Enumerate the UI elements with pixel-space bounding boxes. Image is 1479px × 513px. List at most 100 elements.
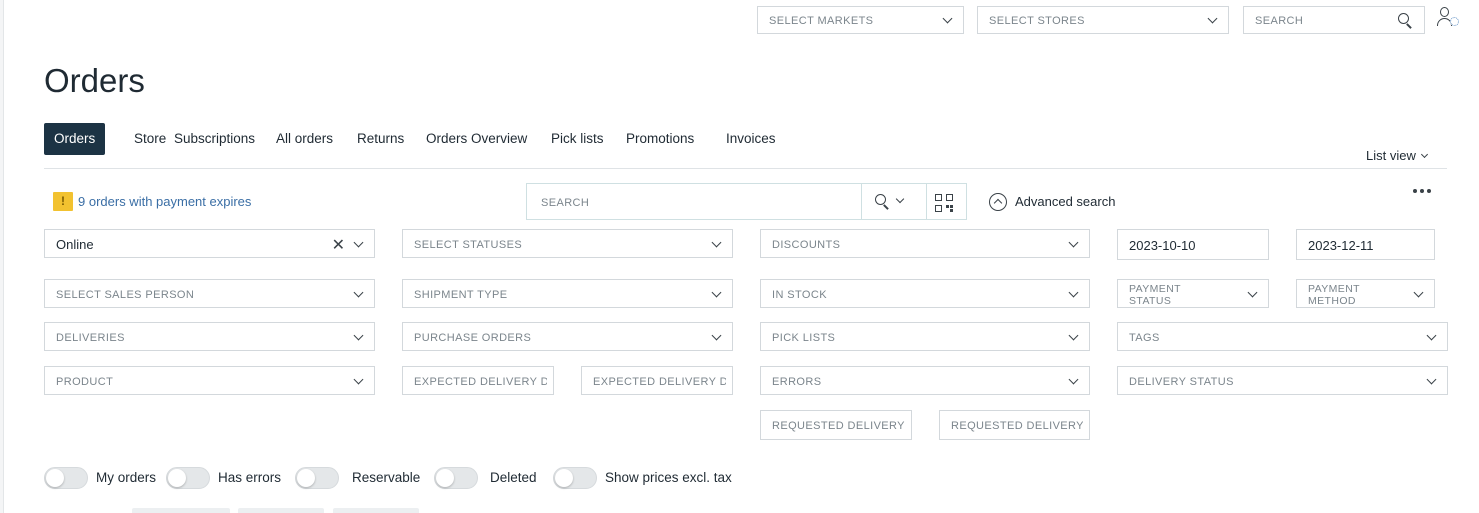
show-prices-excl-tax-toggle[interactable] — [553, 467, 597, 489]
tab-subscriptions[interactable]: Subscriptions — [164, 123, 265, 155]
my-orders-toggle[interactable] — [44, 467, 88, 489]
chevron-down-icon — [1426, 330, 1437, 341]
product-placeholder: PRODUCT — [56, 376, 114, 388]
tab-pick-lists[interactable]: Pick lists — [541, 123, 614, 155]
payment-method-placeholder: PAYMENT METHOD — [1308, 283, 1360, 307]
channel-select[interactable]: Online ✕ — [44, 229, 375, 258]
statuses-placeholder: SELECT STATUSES — [414, 239, 523, 251]
purchase-orders-select[interactable]: PURCHASE ORDERS — [402, 322, 733, 351]
tags-select[interactable]: TAGS — [1117, 322, 1448, 351]
payment-method-select[interactable]: PAYMENT METHOD — [1296, 279, 1435, 308]
requested-delivery-from-field[interactable]: REQUESTED DELIVERY FR — [760, 410, 912, 440]
has-errors-toggle[interactable] — [166, 467, 210, 489]
chevron-down-icon[interactable] — [895, 194, 905, 204]
expected-delivery-to-placeholder: EXPECTED DELIVERY DAT — [593, 376, 726, 388]
select-stores-placeholder: SELECT STORES — [989, 15, 1085, 27]
deliveries-placeholder: DELIVERIES — [56, 332, 125, 344]
my-orders-label: My orders — [96, 470, 157, 485]
delivery-status-placeholder: DELIVERY STATUS — [1129, 376, 1234, 388]
pick-lists-select[interactable]: PICK LISTS — [760, 322, 1090, 351]
deliveries-select[interactable]: DELIVERIES — [44, 322, 375, 351]
chevron-down-icon — [1426, 374, 1437, 385]
bottom-control[interactable] — [238, 508, 324, 513]
reservable-label: Reservable — [352, 470, 421, 485]
chevron-down-icon — [1420, 150, 1428, 159]
chevron-down-icon — [1068, 287, 1079, 298]
chevron-down-icon — [353, 330, 364, 341]
requested-delivery-to-placeholder: REQUESTED DELIVERY TO — [951, 420, 1083, 432]
bottom-control[interactable] — [333, 508, 419, 513]
chevron-down-icon — [1068, 374, 1079, 385]
show-prices-excl-tax-label: Show prices excl. tax — [605, 470, 732, 485]
more-icon[interactable] — [1413, 189, 1433, 195]
date-from-field[interactable]: 2023-10-10 — [1117, 229, 1269, 260]
discounts-placeholder: DISCOUNTS — [772, 239, 841, 251]
chevron-down-icon — [353, 237, 364, 248]
chevron-down-icon — [711, 287, 722, 298]
requested-delivery-from-placeholder: REQUESTED DELIVERY FR — [772, 420, 905, 432]
chevron-down-icon — [711, 330, 722, 341]
advanced-search-label: Advanced search — [1015, 194, 1116, 209]
chevron-down-icon — [942, 13, 953, 24]
requested-delivery-to-field[interactable]: REQUESTED DELIVERY TO — [939, 410, 1090, 440]
select-markets-placeholder: SELECT MARKETS — [769, 15, 874, 27]
tab-invoices[interactable]: Invoices — [716, 123, 786, 155]
global-search-placeholder: SEARCH — [1255, 15, 1304, 27]
tab-promotions[interactable]: Promotions — [616, 123, 704, 155]
chevron-down-icon — [1068, 330, 1079, 341]
select-markets-dropdown[interactable]: SELECT MARKETS — [757, 6, 964, 34]
discounts-select[interactable]: DISCOUNTS — [760, 229, 1090, 258]
date-to-value: 2023-12-11 — [1308, 238, 1374, 253]
product-select[interactable]: PRODUCT — [44, 366, 375, 395]
expected-delivery-to-field[interactable]: EXPECTED DELIVERY DAT — [581, 366, 733, 395]
errors-placeholder: ERRORS — [772, 376, 822, 388]
shipment-type-placeholder: SHIPMENT TYPE — [414, 289, 508, 301]
reservable-toggle[interactable] — [295, 467, 339, 489]
deleted-toggle[interactable] — [434, 467, 478, 489]
chevron-up-circle-icon — [989, 193, 1007, 211]
user-settings-icon[interactable] — [1436, 6, 1460, 28]
search-divider — [861, 184, 862, 219]
close-icon[interactable]: ✕ — [332, 235, 345, 255]
select-stores-dropdown[interactable]: SELECT STORES — [977, 6, 1229, 34]
sales-person-placeholder: SELECT SALES PERSON — [56, 289, 195, 301]
global-search-input[interactable]: SEARCH — [1243, 6, 1425, 34]
tab-returns[interactable]: Returns — [347, 123, 414, 155]
chevron-down-icon — [353, 374, 364, 385]
order-search-placeholder: SEARCH — [541, 197, 590, 209]
payment-expires-link[interactable]: 9 orders with payment expires — [78, 194, 251, 209]
list-view-label: List view — [1366, 148, 1416, 163]
sales-person-select[interactable]: SELECT SALES PERSON — [44, 279, 375, 308]
statuses-select[interactable]: SELECT STATUSES — [402, 229, 733, 258]
payment-status-select[interactable]: PAYMENT STATUS — [1117, 279, 1269, 308]
purchase-orders-placeholder: PURCHASE ORDERS — [414, 332, 532, 344]
qr-code-icon[interactable] — [935, 194, 953, 212]
expected-delivery-from-placeholder: EXPECTED DELIVERY DAT — [414, 376, 547, 388]
delivery-status-select[interactable]: DELIVERY STATUS — [1117, 366, 1448, 395]
search-icon[interactable] — [875, 194, 889, 208]
chevron-down-icon — [353, 287, 364, 298]
tab-all-orders[interactable]: All orders — [266, 123, 343, 155]
in-stock-select[interactable]: IN STOCK — [760, 279, 1090, 308]
chevron-down-icon — [1247, 287, 1258, 298]
tab-orders[interactable]: Orders — [44, 123, 106, 155]
chevron-down-icon — [711, 237, 722, 248]
in-stock-placeholder: IN STOCK — [772, 289, 827, 301]
chevron-down-icon — [1413, 287, 1424, 298]
date-to-field[interactable]: 2023-12-11 — [1296, 229, 1435, 260]
tags-placeholder: TAGS — [1129, 332, 1160, 344]
shipment-type-select[interactable]: SHIPMENT TYPE — [402, 279, 733, 308]
page-title: Orders — [44, 62, 145, 99]
payment-status-placeholder: PAYMENT STATUS — [1129, 283, 1181, 307]
has-errors-label: Has errors — [218, 470, 282, 485]
search-icon[interactable] — [1398, 13, 1412, 27]
order-search-input[interactable]: SEARCH — [526, 183, 967, 220]
chevron-down-icon — [1207, 13, 1218, 24]
bottom-control[interactable] — [132, 508, 230, 513]
list-view-dropdown[interactable]: List view — [1366, 148, 1428, 163]
expected-delivery-from-field[interactable]: EXPECTED DELIVERY DAT — [402, 366, 554, 395]
search-divider — [926, 184, 927, 219]
tab-orders-overview[interactable]: Orders Overview — [416, 123, 537, 155]
warning-icon: ! — [53, 192, 73, 211]
errors-select[interactable]: ERRORS — [760, 366, 1090, 395]
